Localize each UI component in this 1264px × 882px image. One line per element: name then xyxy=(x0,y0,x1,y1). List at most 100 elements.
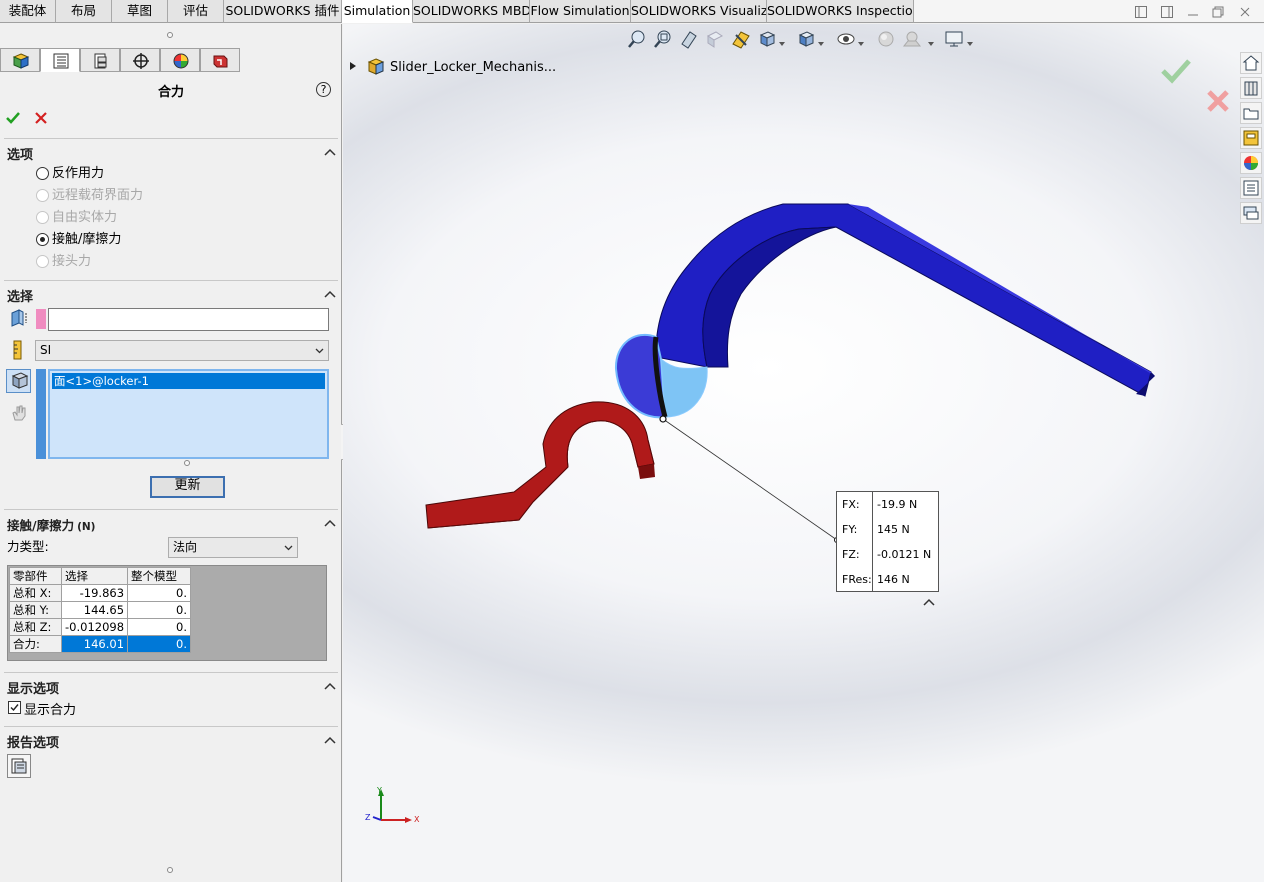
divider xyxy=(4,672,338,673)
radio-circle xyxy=(36,211,49,224)
selection-input[interactable] xyxy=(48,308,329,331)
property-manager: 合力 ? 选项 反作用力 远程载荷界面力 自由实体力 接触/摩擦力 接头力 选择… xyxy=(0,24,342,882)
table-cell[interactable]: 0. xyxy=(127,635,192,653)
radio-label: 接触/摩擦力 xyxy=(52,232,122,247)
table-header-row: 零部件 选择 整个模型 xyxy=(9,567,192,585)
tab-layout[interactable]: 布局 xyxy=(56,0,112,23)
tab-simulation[interactable]: Simulation xyxy=(342,0,413,23)
chevron-down-icon xyxy=(315,348,324,354)
table-row: 合力: 146.01 0. xyxy=(9,635,192,653)
tab-evaluate[interactable]: 评估 xyxy=(168,0,224,23)
panel-grip-bottom[interactable] xyxy=(167,867,173,873)
table-cell[interactable]: 0. xyxy=(127,618,192,636)
force-type-select[interactable]: 法向 xyxy=(168,537,298,558)
table-cell[interactable]: -19.863 xyxy=(60,584,129,602)
update-button[interactable]: 更新 xyxy=(150,476,225,498)
tab-solidworks-inspection[interactable]: SOLIDWORKS Inspection xyxy=(767,0,914,23)
page-title: 合力 xyxy=(157,85,184,100)
callout-row: FZ: -0.0121 N xyxy=(842,548,932,561)
selection-color-swatch xyxy=(36,309,46,329)
radio-label: 接头力 xyxy=(52,254,92,269)
panel-grip-top[interactable] xyxy=(167,32,173,38)
table-row: 总和 Z: -0.012098 0. xyxy=(9,618,192,636)
graphics-area[interactable]: Slider_Locker_Mechanis... FX: -19.9 N FY… xyxy=(343,24,1264,882)
triad-y-label: Y xyxy=(376,786,382,795)
face-selection-icon xyxy=(11,309,27,327)
ok-button[interactable] xyxy=(5,110,21,126)
tile-left-icon[interactable] xyxy=(1133,5,1149,19)
radio-circle xyxy=(36,255,49,268)
collapse-contact-icon[interactable] xyxy=(324,518,336,528)
tab-configuration-manager[interactable] xyxy=(80,48,120,72)
save-report-button[interactable] xyxy=(7,754,31,778)
list-resize-grip[interactable] xyxy=(184,460,190,466)
column-header: 选择 xyxy=(60,567,129,585)
tab-simulation-manager[interactable] xyxy=(200,48,240,72)
tab-solidworks-visualize[interactable]: SOLIDWORKS Visualize xyxy=(631,0,767,23)
table-cell[interactable]: 0. xyxy=(127,601,192,619)
model-3d-view[interactable] xyxy=(343,24,1264,882)
property-manager-icon xyxy=(53,53,69,69)
table-row: 总和 X: -19.863 0. xyxy=(9,584,192,602)
report-section-title: 报告选项 xyxy=(7,736,60,751)
restore-icon[interactable] xyxy=(1210,5,1226,19)
collapse-callout-icon[interactable] xyxy=(923,598,935,606)
resultant-force-callout: FX: -19.9 N FY: 145 N FZ: -0.0121 N FRes: 14… xyxy=(836,491,939,592)
units-select[interactable]: SI xyxy=(35,340,329,361)
options-section-title: 选项 xyxy=(7,148,34,163)
tab-feature-manager[interactable] xyxy=(0,48,40,72)
contact-section-title: 接触/摩擦力 (N) xyxy=(7,518,96,533)
tab-display-manager[interactable] xyxy=(160,48,200,72)
tab-sketch[interactable]: 草图 xyxy=(112,0,168,23)
show-resultant-checkbox[interactable] xyxy=(8,701,21,714)
check-icon xyxy=(6,112,20,124)
tab-assembly[interactable]: 装配体 xyxy=(0,0,56,23)
chevron-down-icon xyxy=(284,545,293,551)
collapse-display-icon[interactable] xyxy=(324,681,336,691)
report-icon xyxy=(11,758,27,774)
table-cell[interactable]: 146.01 xyxy=(60,635,129,653)
row-label: 合力: xyxy=(9,635,62,653)
help-button[interactable]: ? xyxy=(316,82,331,97)
display-section-title: 显示选项 xyxy=(7,682,60,697)
column-header: 整个模型 xyxy=(127,567,192,585)
column-header: 零部件 xyxy=(9,567,62,585)
selected-entities-list[interactable]: 面<1>@locker-1 xyxy=(48,369,329,459)
locker-part xyxy=(614,203,1155,419)
collapse-selection-icon[interactable] xyxy=(324,289,336,299)
divider xyxy=(4,509,338,510)
tab-solidworks-addins[interactable]: SOLIDWORKS 插件 xyxy=(224,0,342,23)
radio-label: 远程载荷界面力 xyxy=(52,188,144,203)
table-cell[interactable]: 0. xyxy=(127,584,192,602)
simulation-study-icon xyxy=(213,55,228,68)
radio-circle[interactable] xyxy=(36,167,49,180)
hand-icon xyxy=(12,405,26,421)
row-label: 总和 Z: xyxy=(9,618,62,636)
leader-line xyxy=(662,418,838,541)
selection-section-title: 选择 xyxy=(7,290,34,305)
triad-x-label: X xyxy=(414,815,420,824)
check-icon xyxy=(10,704,19,712)
divider xyxy=(4,280,338,281)
tab-dimxpert-manager[interactable] xyxy=(120,48,160,72)
tab-property-manager[interactable] xyxy=(40,48,80,72)
feature-manager-icon xyxy=(12,53,30,69)
show-resultant-label: 显示合力 xyxy=(24,703,77,718)
units-value: SI xyxy=(40,343,52,357)
tile-right-icon[interactable] xyxy=(1159,5,1175,19)
tab-solidworks-mbd[interactable]: SOLIDWORKS MBD xyxy=(413,0,530,23)
minimize-icon[interactable] xyxy=(1185,5,1201,19)
table-cell[interactable]: -0.012098 xyxy=(60,618,129,636)
collapse-options-icon[interactable] xyxy=(324,147,336,157)
coordinate-triad: Y X Z xyxy=(365,786,420,824)
table-row: 总和 Y: 144.65 0. xyxy=(9,601,192,619)
radio-circle[interactable] xyxy=(36,233,49,246)
component-select-button[interactable] xyxy=(6,369,31,393)
leader-anchor-point xyxy=(659,415,667,423)
table-cell[interactable]: 144.65 xyxy=(60,601,129,619)
cancel-button[interactable] xyxy=(33,110,49,126)
tab-flow-simulation[interactable]: Flow Simulation xyxy=(530,0,631,23)
close-icon[interactable] xyxy=(1237,5,1253,19)
collapse-report-icon[interactable] xyxy=(324,735,336,745)
list-item[interactable]: 面<1>@locker-1 xyxy=(52,373,325,389)
